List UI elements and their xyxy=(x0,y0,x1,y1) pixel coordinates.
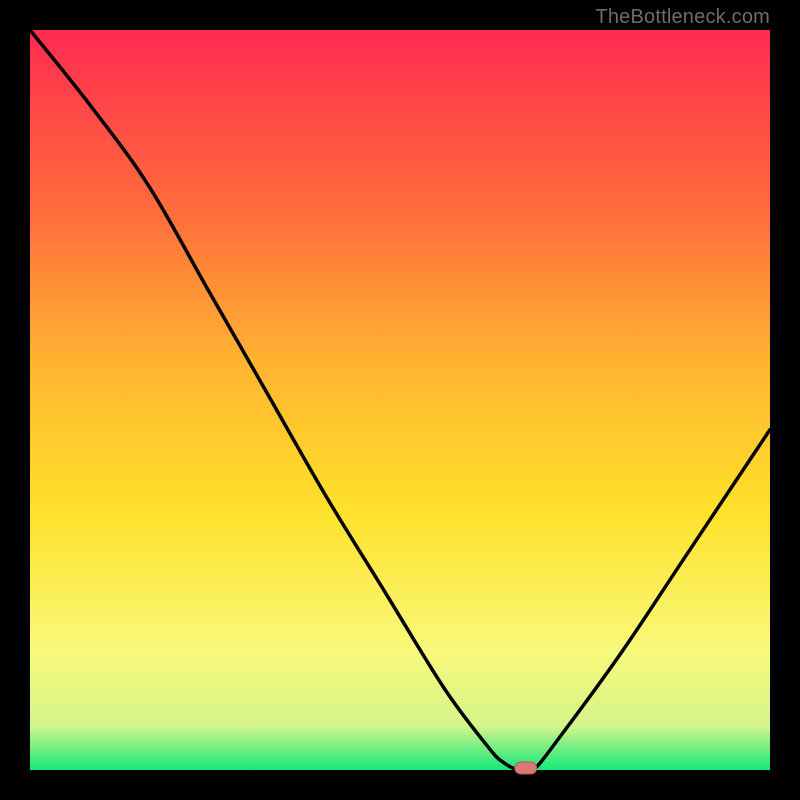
plot-area xyxy=(30,30,770,770)
bottleneck-curve-path xyxy=(30,30,770,773)
chart-container: TheBottleneck.com xyxy=(0,0,800,800)
optimal-marker xyxy=(515,762,537,774)
attribution-text: TheBottleneck.com xyxy=(595,6,770,29)
curve-layer xyxy=(30,30,770,770)
